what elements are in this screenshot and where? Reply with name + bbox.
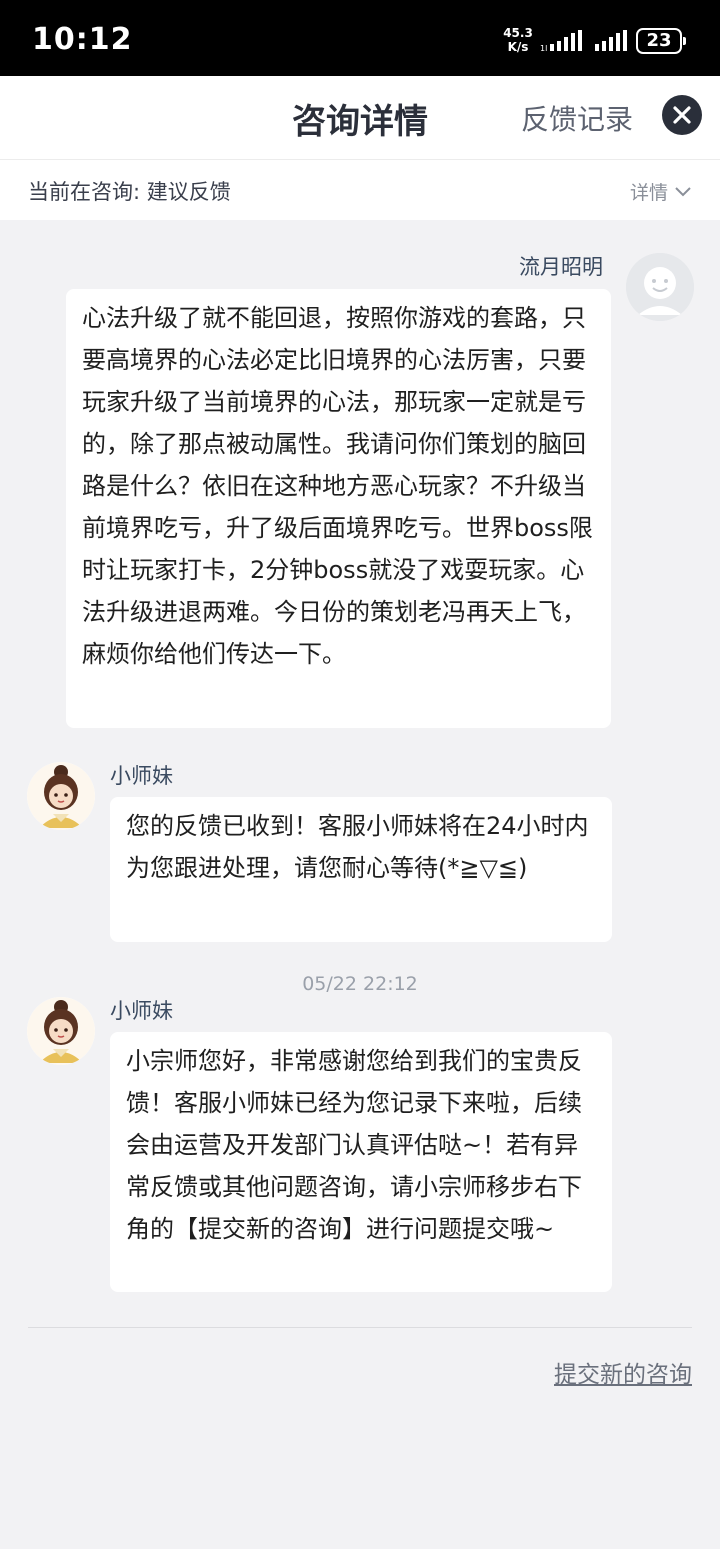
agent-name: 小师妹	[110, 764, 173, 788]
divider	[28, 1327, 692, 1328]
svg-text:1l: 1l	[540, 44, 547, 52]
agent-name: 小师妹	[110, 999, 173, 1023]
detail-label: 详情	[629, 182, 668, 204]
header-bar: 咨询详情 反馈记录	[0, 76, 720, 160]
agent-message-bubble: 小宗师您好，非常感谢您给到我们的宝贵反馈！客服小师妹已经为您记录下来啦，后续会由…	[110, 1032, 612, 1292]
detail-toggle[interactable]: 详情	[630, 178, 692, 205]
consult-topic-label: 当前在咨询: 建议反馈	[28, 180, 231, 204]
signal-icon	[595, 30, 627, 51]
user-message-bubble: 心法升级了就不能回退，按照你游戏的套路，只要高境界的心法必定比旧境界的心法厉害，…	[66, 289, 611, 728]
user-avatar-icon[interactable]	[626, 253, 694, 321]
message-timestamp: 05/22 22:12	[302, 973, 418, 995]
agent-avatar-icon[interactable]	[27, 997, 95, 1065]
status-bar: 10:12 45.3 K/s 1l 23	[0, 0, 720, 76]
net-speed-value: 45.3	[503, 26, 533, 40]
submit-new-consult-link[interactable]: 提交新的咨询	[554, 1355, 692, 1389]
agent-avatar-icon[interactable]	[27, 762, 95, 830]
feedback-record-link[interactable]: 反馈记录	[521, 98, 633, 138]
consult-topic-bar: 当前在咨询: 建议反馈 详情	[0, 160, 720, 220]
battery-icon: 23	[636, 28, 686, 54]
signal-icon: 1l	[540, 30, 582, 52]
net-speed: 45.3 K/s	[500, 26, 536, 54]
status-time: 10:12	[32, 22, 133, 57]
close-icon	[673, 106, 691, 124]
close-button[interactable]	[662, 95, 702, 135]
user-name: 流月昭明	[519, 255, 603, 279]
agent-message-bubble: 您的反馈已收到！客服小师妹将在24小时内为您跟进处理，请您耐心等待(*≧▽≦)	[110, 797, 612, 942]
net-speed-unit: K/s	[507, 40, 529, 54]
chevron-down-icon	[675, 186, 691, 196]
